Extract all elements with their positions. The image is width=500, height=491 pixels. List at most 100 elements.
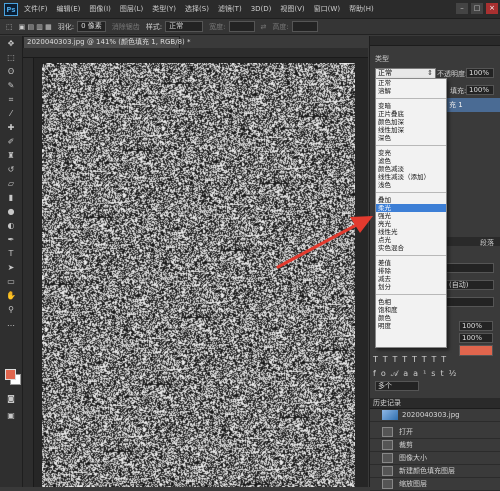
menu-filter[interactable]: 滤镜(T) — [218, 4, 242, 14]
blend-option[interactable]: 正常 — [376, 79, 446, 87]
dodge-tool-icon[interactable]: ◐ — [4, 220, 18, 231]
blend-option[interactable]: 划分 — [376, 283, 446, 291]
text-style-buttons[interactable]: TTTTTTTT — [373, 355, 451, 364]
blend-option[interactable]: 减去 — [376, 275, 446, 283]
opacity-input[interactable]: 100% — [466, 68, 494, 78]
red-arrow-annotation — [276, 216, 373, 269]
menu-layer[interactable]: 图层(L) — [120, 4, 143, 14]
blend-option[interactable]: 颜色减淡 — [376, 165, 446, 173]
swap-icon[interactable]: ⇄ — [261, 23, 267, 31]
blend-option[interactable]: 颜色 — [376, 314, 446, 322]
history-snapshot-row[interactable]: 2020040303.jpg — [370, 409, 500, 422]
antialias-checkbox[interactable]: 消除锯齿 — [112, 22, 140, 32]
font-size-select[interactable] — [446, 263, 494, 273]
history-brush-icon[interactable]: ↺ — [4, 164, 18, 175]
lasso-tool-icon[interactable]: ʘ — [4, 66, 18, 77]
selection-mode-icons[interactable]: ▣ ▤ ▥ ▦ — [19, 23, 52, 31]
layer-filter-label[interactable]: 类型 — [375, 54, 389, 64]
blend-option[interactable]: 颜色加深 — [376, 118, 446, 126]
more-tools-icon[interactable]: … — [4, 318, 18, 329]
horizontal-scale-input[interactable]: 100% — [459, 333, 493, 343]
paragraph-tab[interactable]: 段落 — [480, 238, 494, 248]
tracking-select[interactable] — [446, 297, 494, 307]
shape-tool-icon[interactable]: ▭ — [4, 276, 18, 287]
blend-option[interactable]: 溶解 — [376, 87, 446, 95]
height-input[interactable] — [291, 21, 318, 32]
blend-option-selected[interactable]: 柔光 — [376, 204, 446, 212]
eraser-tool-icon[interactable]: ▱ — [4, 178, 18, 189]
marquee-tool-icon[interactable]: ⬚ — [4, 52, 18, 63]
menu-select[interactable]: 选择(S) — [185, 4, 209, 14]
close-button[interactable]: × — [486, 3, 498, 14]
blend-option[interactable]: 变暗 — [376, 102, 446, 110]
blend-option[interactable]: 亮光 — [376, 220, 446, 228]
snapshot-thumbnail — [382, 410, 398, 420]
style-select[interactable]: 正常 — [165, 21, 204, 32]
blend-option[interactable]: 明度 — [376, 322, 446, 330]
history-step-row[interactable]: 裁剪 — [370, 439, 500, 452]
screen-mode-icon[interactable]: ▣ — [4, 410, 18, 421]
selected-layer-row[interactable]: 充 1 — [446, 98, 500, 112]
healing-brush-icon[interactable]: ✚ — [4, 122, 18, 133]
blend-option[interactable]: 点光 — [376, 236, 446, 244]
zoom-tool-icon[interactable]: ⚲ — [4, 304, 18, 315]
feather-input[interactable]: 0 像素 — [77, 21, 106, 32]
marquee-tool-icon[interactable]: ⬚ — [6, 23, 13, 31]
blend-option[interactable]: 色相 — [376, 298, 446, 306]
history-step-label: 缩放图层 — [399, 480, 427, 488]
blend-option[interactable]: 线性加深 — [376, 126, 446, 134]
foreground-color-swatch[interactable] — [5, 369, 16, 380]
history-step-row[interactable]: 缩放图层 — [370, 478, 500, 491]
text-format-buttons[interactable]: fo𝒜aa¹st½ — [373, 369, 461, 379]
quick-select-tool-icon[interactable]: ✎ — [4, 80, 18, 91]
width-input[interactable] — [228, 21, 255, 32]
clone-stamp-icon[interactable]: ♜ — [4, 150, 18, 161]
menu-type[interactable]: 类型(Y) — [152, 4, 176, 14]
blend-option[interactable]: 变亮 — [376, 149, 446, 157]
history-step-row[interactable]: 新建颜色填充图层 — [370, 465, 500, 478]
eyedropper-tool-icon[interactable]: ⁄ — [4, 108, 18, 119]
gradient-tool-icon[interactable]: ▮ — [4, 192, 18, 203]
quick-mask-icon[interactable]: ◙ — [4, 393, 18, 404]
noise-image-canvas[interactable] — [42, 63, 355, 487]
crop-tool-icon[interactable]: ⌗ — [4, 94, 18, 105]
type-tool-icon[interactable]: T — [4, 248, 18, 259]
blend-option[interactable]: 正片叠底 — [376, 110, 446, 118]
vertical-scale-input[interactable]: 100% — [459, 321, 493, 331]
menu-file[interactable]: 文件(F) — [24, 4, 48, 14]
menu-window[interactable]: 窗口(W) — [314, 4, 340, 14]
menu-edit[interactable]: 编辑(E) — [57, 4, 81, 14]
maximize-button[interactable]: □ — [471, 3, 483, 14]
history-step-label: 裁剪 — [399, 441, 413, 449]
menu-3d[interactable]: 3D(D) — [251, 5, 272, 13]
leading-select[interactable]: (自动) — [446, 280, 494, 290]
blend-option[interactable]: 线性减淡（添加） — [376, 173, 446, 181]
blend-option[interactable]: 浅色 — [376, 181, 446, 189]
language-select[interactable]: 多个 — [375, 381, 419, 391]
document-tab[interactable]: 2020040303.jpg @ 141% (颜色填充 1, RGB/8) * — [23, 36, 191, 48]
brush-tool-icon[interactable]: ✐ — [4, 136, 18, 147]
move-tool-icon[interactable]: ✥ — [4, 38, 18, 49]
menu-help[interactable]: 帮助(H) — [349, 4, 374, 14]
history-panel-header[interactable]: 历史记录 — [370, 398, 500, 409]
hand-tool-icon[interactable]: ✋ — [4, 290, 18, 301]
text-color-swatch[interactable] — [459, 345, 493, 356]
blend-option[interactable]: 饱和度 — [376, 306, 446, 314]
blend-option[interactable]: 叠加 — [376, 196, 446, 204]
blend-option[interactable]: 强光 — [376, 212, 446, 220]
fill-input[interactable]: 100% — [466, 85, 494, 95]
menu-image[interactable]: 图像(I) — [89, 4, 111, 14]
blend-option[interactable]: 实色混合 — [376, 244, 446, 252]
blur-tool-icon[interactable]: ● — [4, 206, 18, 217]
history-step-row[interactable]: 图像大小 — [370, 452, 500, 465]
path-select-icon[interactable]: ➤ — [4, 262, 18, 273]
history-step-row[interactable]: 打开 — [370, 426, 500, 439]
blend-option[interactable]: 线性光 — [376, 228, 446, 236]
blend-option[interactable]: 排除 — [376, 267, 446, 275]
minimize-button[interactable]: – — [456, 3, 468, 14]
blend-option[interactable]: 差值 — [376, 259, 446, 267]
pen-tool-icon[interactable]: ✒ — [4, 234, 18, 245]
menu-view[interactable]: 视图(V) — [280, 4, 304, 14]
blend-option[interactable]: 深色 — [376, 134, 446, 142]
blend-option[interactable]: 滤色 — [376, 157, 446, 165]
